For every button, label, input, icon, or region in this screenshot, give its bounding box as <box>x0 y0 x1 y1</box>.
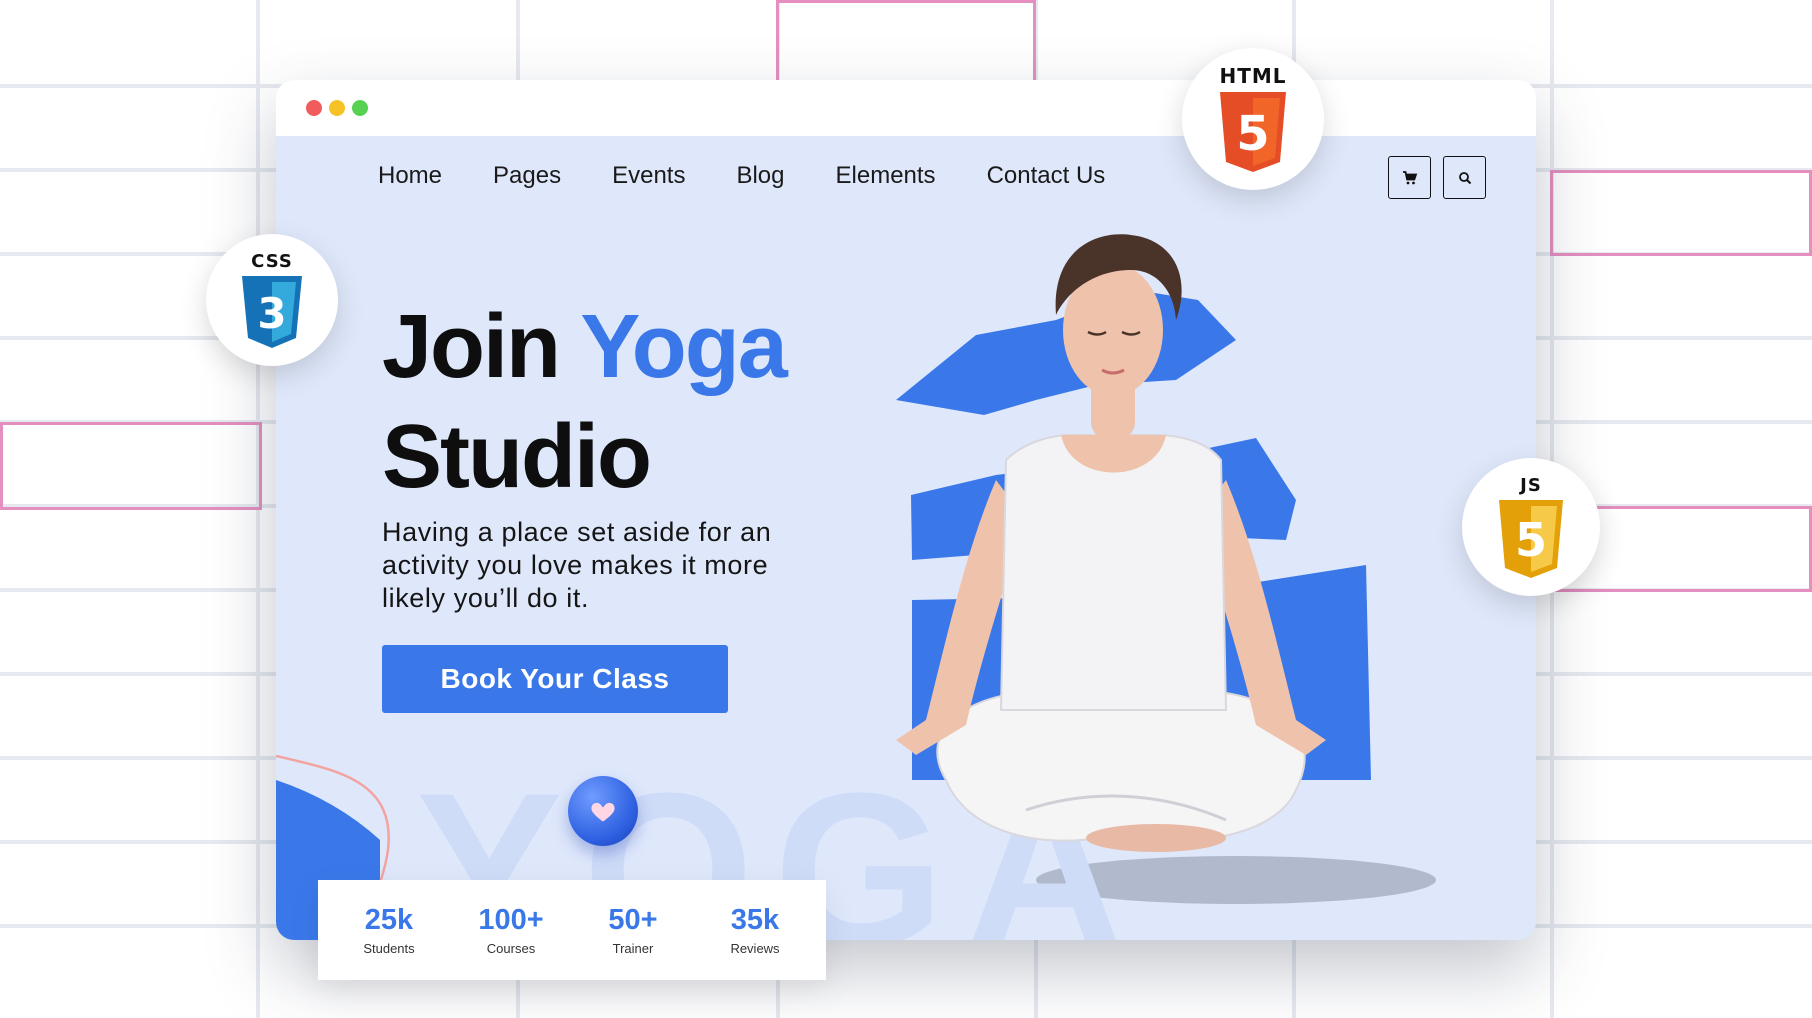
css3-digit: 3 <box>257 289 286 338</box>
hero-title: Join Yoga Studio <box>382 292 788 512</box>
stat-value: 25k <box>364 904 414 936</box>
stat-value: 100+ <box>478 904 544 936</box>
js-label: JS <box>1520 474 1542 496</box>
css3-badge: CSS 3 <box>206 234 338 366</box>
book-your-class-button[interactable]: Book Your Class <box>382 645 728 713</box>
html5-shield-icon: 5 <box>1220 92 1286 172</box>
css3-shield-icon: 3 <box>242 275 302 348</box>
css3-label: CSS <box>251 250 293 272</box>
heart-ball <box>568 776 638 846</box>
stat-label: Reviews <box>730 941 780 956</box>
stat-value: 35k <box>730 904 780 936</box>
stats-card: 25k Students 100+ Courses 50+ Trainer 35… <box>318 880 826 980</box>
html5-badge: HTML 5 <box>1182 48 1324 190</box>
browser-window: Home Pages Events Blog Elements Contact … <box>276 80 1536 940</box>
hero-title-accent: Yoga <box>580 297 787 397</box>
html5-label: HTML <box>1219 64 1287 88</box>
js-digit: 5 <box>1515 513 1547 567</box>
stat-label: Students <box>363 941 415 956</box>
js-badge: JS 5 <box>1462 458 1600 596</box>
hero-title-line2: Studio <box>382 407 652 507</box>
yoga-woman-image <box>896 234 1326 852</box>
stat-reviews: 35k Reviews <box>700 904 810 956</box>
stat-trainer: 50+ Trainer <box>578 904 688 956</box>
stat-label: Trainer <box>612 941 654 956</box>
js-shield-icon: 5 <box>1499 499 1563 578</box>
stat-label: Courses <box>486 941 536 956</box>
stat-value: 50+ <box>608 904 658 936</box>
hero-description: Having a place set aside for an activity… <box>382 517 772 613</box>
stat-courses: 100+ Courses <box>456 904 566 956</box>
hero-title-part1: Join <box>382 297 581 397</box>
heart-icon <box>591 802 615 822</box>
html5-digit: 5 <box>1236 106 1269 162</box>
stat-students: 25k Students <box>334 904 444 956</box>
